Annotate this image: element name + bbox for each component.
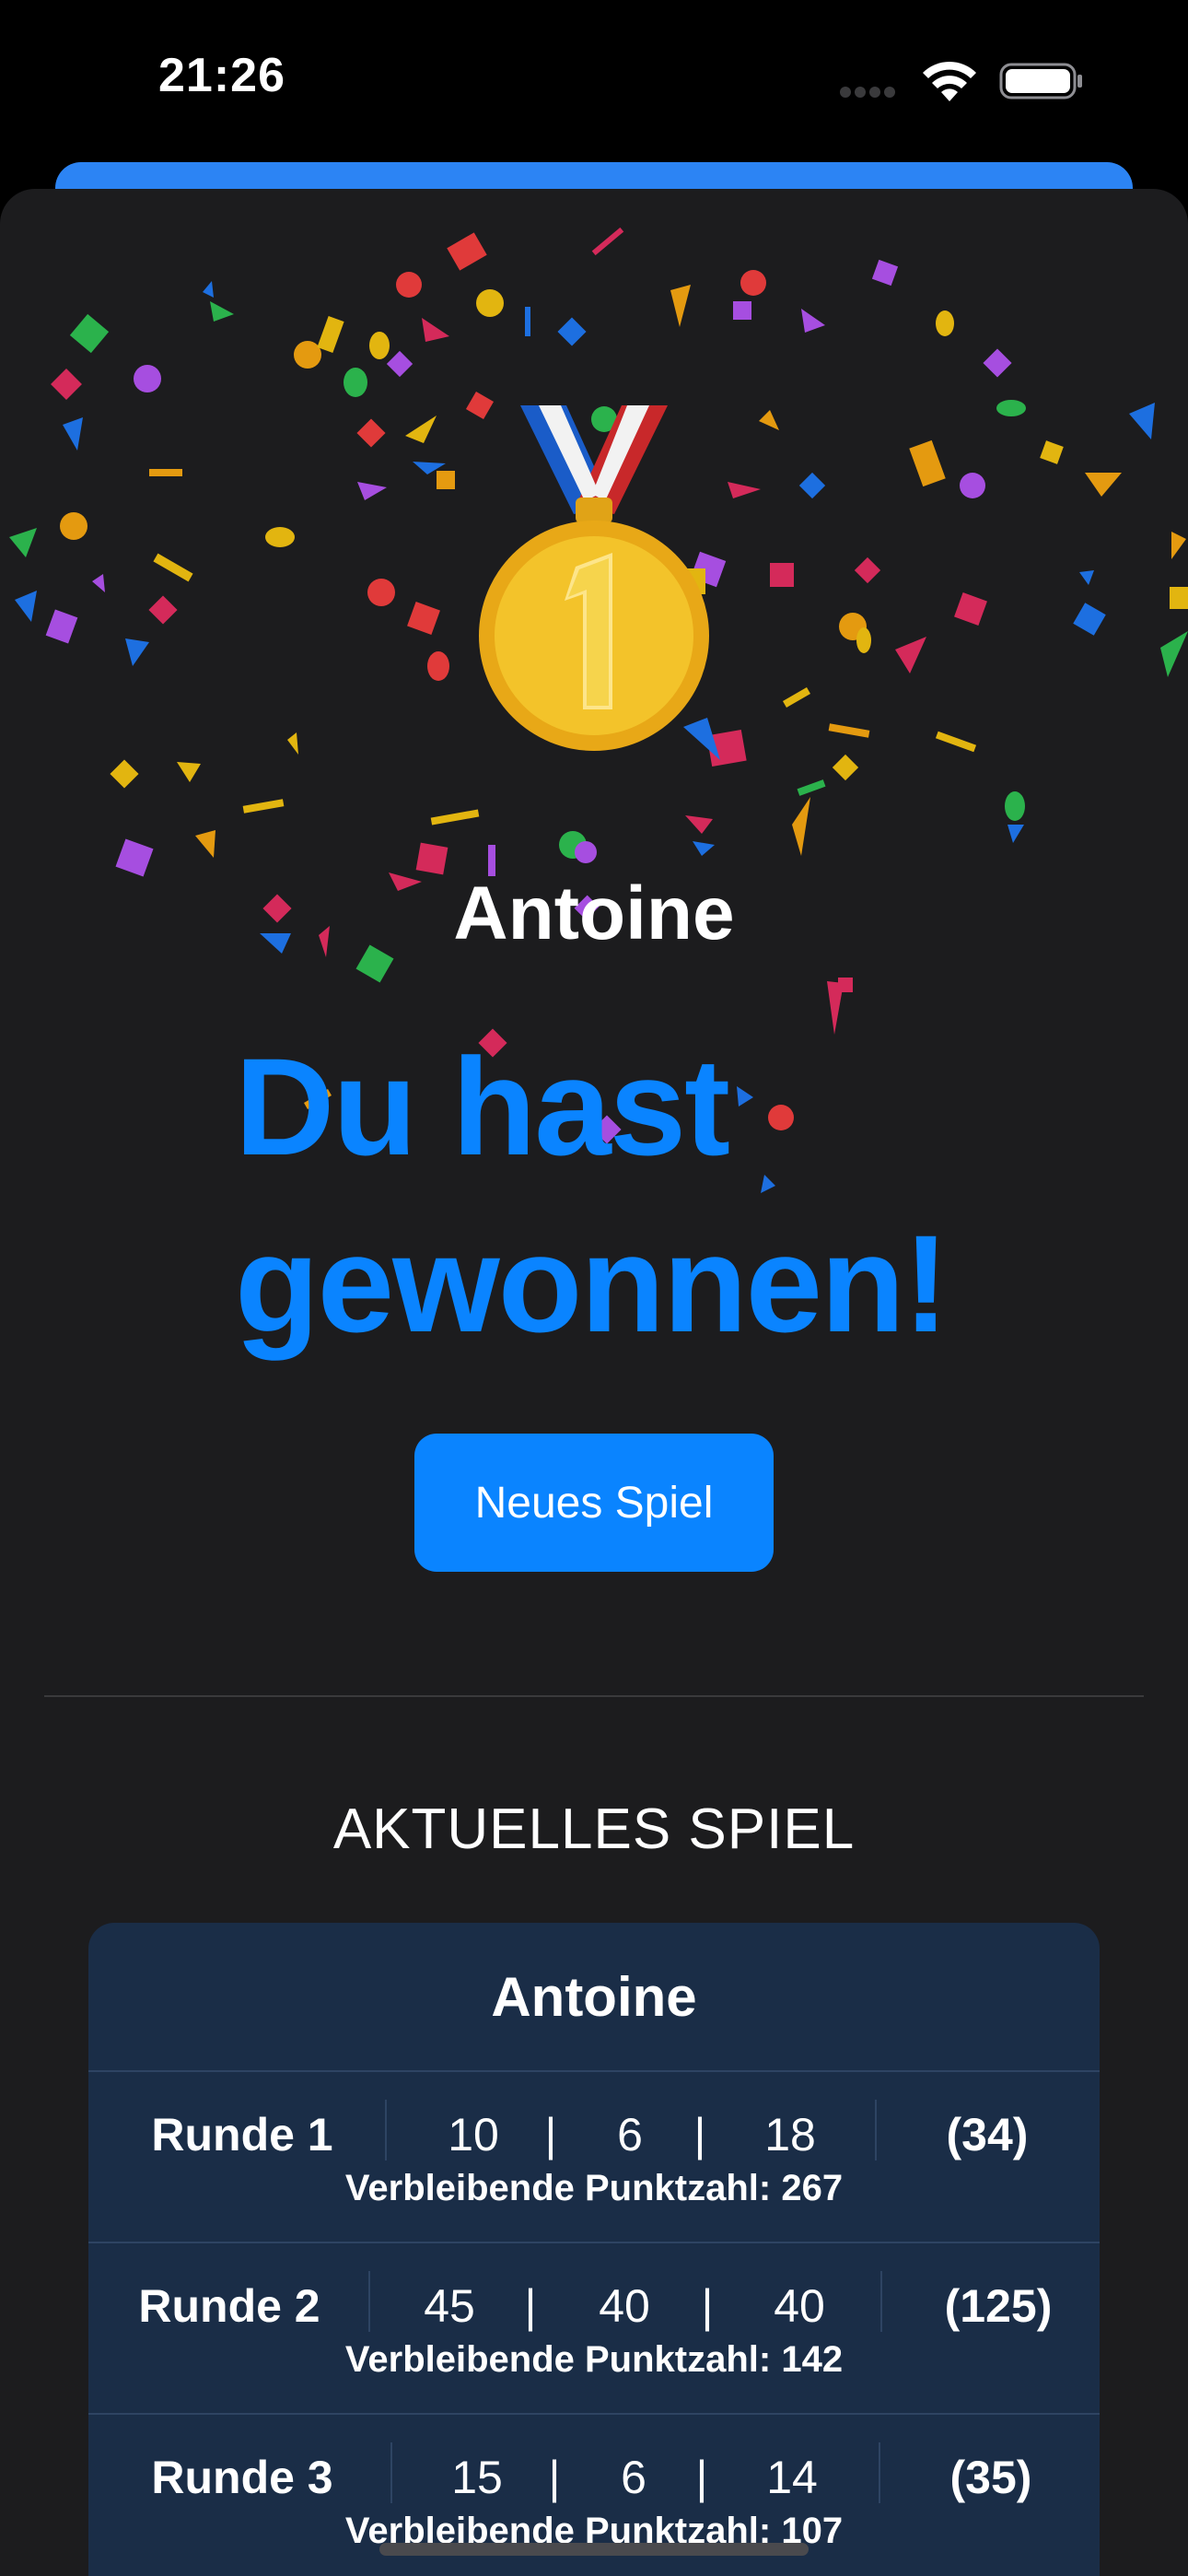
dart-score: 40	[599, 2280, 650, 2332]
scorecard: Antoine Runde 1 10 | 6 | 18 (34) Verblei…	[88, 1923, 1100, 2576]
dart-score: 45	[424, 2280, 475, 2332]
remaining-score: Verbleibende Punktzahl: 142	[344, 2339, 844, 2380]
status-bar: 21:26	[0, 0, 1188, 166]
column-divider	[880, 2271, 882, 2332]
round-label: Runde 1	[151, 2109, 333, 2160]
win-title-line1: Du hast	[235, 1029, 730, 1184]
dart-score: 6	[617, 2109, 643, 2160]
score-separator: |	[693, 2109, 706, 2160]
dart-score: 40	[774, 2280, 825, 2332]
score-separator: |	[701, 2280, 714, 2332]
round-label: Runde 2	[138, 2280, 320, 2332]
round-total: (34)	[946, 2109, 1029, 2160]
column-divider	[875, 2100, 877, 2160]
cellular-signal-icon	[840, 86, 904, 98]
home-indicator[interactable]	[379, 2543, 809, 2556]
round-row: Runde 2 45 | 40 | 40 (125) Verbleibende …	[88, 2242, 1100, 2415]
dart-score: 18	[764, 2109, 816, 2160]
dart-score: 10	[448, 2109, 499, 2160]
divider	[44, 1695, 1144, 1697]
win-title: Du hast gewonnen!	[235, 1018, 1064, 1372]
dart-score: 6	[621, 2452, 646, 2503]
winner-name: Antoine	[453, 872, 735, 955]
column-divider	[385, 2100, 387, 2160]
section-title: AKTUELLES SPIEL	[332, 1797, 856, 1861]
score-separator: |	[544, 2109, 557, 2160]
round-total: (125)	[944, 2280, 1053, 2332]
battery-icon	[999, 63, 1082, 100]
round-total: (35)	[949, 2452, 1032, 2503]
winner-sheet: Antoine Du hast gewonnen! Neues Spiel AK…	[0, 189, 1188, 2576]
wifi-icon	[923, 61, 976, 101]
remaining-score: Verbleibende Punktzahl: 267	[344, 2168, 844, 2208]
column-divider	[879, 2442, 880, 2503]
column-divider	[390, 2442, 392, 2503]
new-game-button[interactable]: Neues Spiel	[414, 1434, 774, 1572]
first-place-medal-icon	[479, 405, 709, 751]
status-time: 21:26	[158, 49, 285, 102]
score-separator: |	[695, 2452, 708, 2503]
column-divider	[368, 2271, 370, 2332]
score-separator: |	[524, 2280, 537, 2332]
round-row: Runde 1 10 | 6 | 18 (34) Verbleibende Pu…	[88, 2070, 1100, 2243]
win-title-line2: gewonnen!	[235, 1206, 949, 1361]
round-label: Runde 3	[151, 2452, 333, 2503]
dart-score: 15	[451, 2452, 503, 2503]
dart-score: 14	[766, 2452, 818, 2503]
scorecard-player-name: Antoine	[491, 1965, 697, 2028]
score-separator: |	[548, 2452, 561, 2503]
